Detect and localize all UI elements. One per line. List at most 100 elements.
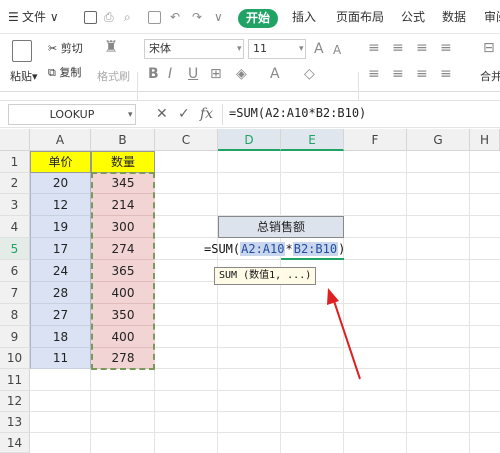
paste-icon[interactable]	[12, 40, 32, 62]
column-header-g[interactable]: G	[407, 129, 470, 151]
total-sales-label[interactable]: 总销售额	[218, 216, 344, 238]
name-box-dropdown-icon[interactable]: ▾	[128, 106, 133, 124]
cell-a8[interactable]: 27	[30, 304, 91, 326]
italic-icon[interactable]: I	[168, 66, 172, 82]
row-header-5[interactable]: 5	[0, 238, 30, 260]
redo-icon[interactable]: ↷	[192, 8, 202, 26]
cell-a10[interactable]: 11	[30, 348, 91, 369]
fill-color-icon[interactable]: ◈	[236, 66, 247, 82]
cell-b2[interactable]: 345	[91, 173, 155, 194]
file-menu[interactable]: 文件 ∨	[22, 8, 59, 26]
tab-data[interactable]: 数据	[442, 8, 466, 26]
formula-editing-cell[interactable]: =SUM(A2:A10*B2:B10)	[204, 238, 345, 260]
font-color-icon[interactable]: A	[270, 66, 280, 82]
row-header-8[interactable]: 8	[0, 304, 30, 326]
cell-b10[interactable]: 278	[91, 348, 155, 369]
cell-a2[interactable]: 20	[30, 173, 91, 194]
row-header-13[interactable]: 13	[0, 412, 30, 433]
cell-a9[interactable]: 18	[30, 326, 91, 348]
format-painter-icon[interactable]: ♜	[104, 39, 118, 55]
ribbon: 粘贴▾ ✂ 剪切 ⧉ 复制 ♜ 格式刷 宋体 ▾ 11 ▾ A A B I U …	[0, 34, 500, 122]
column-header-a[interactable]: A	[30, 129, 91, 151]
function-tooltip[interactable]: SUM (数值1, ...)	[214, 267, 317, 285]
indent-icon[interactable]: ≡	[440, 40, 452, 56]
print-icon[interactable]: ⎙	[104, 8, 114, 26]
save-icon[interactable]	[84, 11, 97, 24]
font-name-select[interactable]: 宋体	[144, 39, 244, 59]
tab-page-layout[interactable]: 页面布局	[336, 8, 384, 26]
paste-button[interactable]: 粘贴▾	[10, 68, 38, 84]
row-header-11[interactable]: 11	[0, 369, 30, 391]
header-unit-price[interactable]: 单价	[30, 151, 91, 173]
cell-a7[interactable]: 28	[30, 282, 91, 304]
print-preview-icon[interactable]: ⌕	[124, 8, 131, 26]
cell-a3[interactable]: 12	[30, 194, 91, 216]
justify-icon[interactable]: ≡	[440, 66, 452, 82]
column-header-d[interactable]: D	[218, 129, 281, 151]
align-left-icon[interactable]: ≡	[368, 66, 380, 82]
name-box[interactable]: LOOKUP	[8, 104, 136, 125]
align-right-icon[interactable]: ≡	[416, 66, 428, 82]
confirm-icon[interactable]: ✓	[178, 105, 190, 123]
row-header-4[interactable]: 4	[0, 216, 30, 238]
row-header-12[interactable]: 12	[0, 391, 30, 412]
tab-review[interactable]: 审阅	[484, 8, 500, 26]
column-header-h[interactable]: H	[470, 129, 500, 151]
align-bottom-icon[interactable]: ≡	[416, 40, 428, 56]
formula-ref-a[interactable]: A2:A10	[240, 242, 286, 256]
menu-icon[interactable]: ☰	[8, 8, 19, 26]
copy-button[interactable]: ⧉ 复制	[48, 64, 81, 80]
menu-bar: ☰ 文件 ∨ ⎙ ⌕ ↶ ↷ ∨ 开始 插入 页面布局 公式 数据 审阅	[0, 0, 500, 34]
header-quantity[interactable]: 数量	[91, 151, 155, 173]
format-painter-button[interactable]: 格式刷	[97, 68, 130, 84]
column-header-f[interactable]: F	[344, 129, 407, 151]
select-all-corner[interactable]	[0, 129, 30, 151]
cell-b9[interactable]: 400	[91, 326, 155, 348]
clear-icon[interactable]: ◇	[304, 66, 315, 82]
tab-home[interactable]: 开始	[238, 9, 278, 28]
border-icon[interactable]: ⊞	[210, 66, 222, 82]
merge-icon[interactable]: ⊟	[483, 40, 495, 56]
tab-insert[interactable]: 插入	[292, 8, 316, 26]
formula-input[interactable]: =SUM(A2:A10*B2:B10)	[222, 104, 500, 125]
column-header-c[interactable]: C	[155, 129, 218, 151]
cell-a4[interactable]: 19	[30, 216, 91, 238]
row-header-1[interactable]: 1	[0, 151, 30, 173]
font-size-select[interactable]: 11	[248, 39, 306, 59]
cell-b6[interactable]: 365	[91, 260, 155, 282]
decrease-font-icon[interactable]: A	[333, 42, 341, 58]
column-header-e[interactable]: E	[281, 129, 344, 151]
align-top-icon[interactable]: ≡	[368, 40, 380, 56]
undo-icon[interactable]: ↶	[170, 8, 180, 26]
merge-button[interactable]: 合并	[480, 68, 500, 84]
cell-a5[interactable]: 17	[30, 238, 91, 260]
cancel-icon[interactable]: ✕	[156, 105, 168, 123]
tab-formulas[interactable]: 公式	[401, 8, 425, 26]
row-header-6[interactable]: 6	[0, 260, 30, 282]
row-header-9[interactable]: 9	[0, 326, 30, 348]
formula-bar: LOOKUP ▾ ✕ ✓ fx =SUM(A2:A10*B2:B10)	[0, 100, 500, 128]
align-center-icon[interactable]: ≡	[392, 66, 404, 82]
quick-access-dropdown-icon[interactable]: ∨	[214, 8, 223, 26]
underline-icon[interactable]: U	[188, 66, 198, 82]
cell-b3[interactable]: 214	[91, 194, 155, 216]
export-pdf-icon[interactable]	[148, 11, 161, 24]
cell-b4[interactable]: 300	[91, 216, 155, 238]
column-header-b[interactable]: B	[91, 129, 155, 151]
align-middle-icon[interactable]: ≡	[392, 40, 404, 56]
bold-icon[interactable]: B	[148, 66, 159, 82]
row-header-3[interactable]: 3	[0, 194, 30, 216]
paste-label: 粘贴	[10, 70, 32, 83]
row-header-2[interactable]: 2	[0, 173, 30, 194]
cell-b5[interactable]: 274	[91, 238, 155, 260]
increase-font-icon[interactable]: A	[314, 41, 324, 57]
cell-b8[interactable]: 350	[91, 304, 155, 326]
cell-a6[interactable]: 24	[30, 260, 91, 282]
formula-ref-b[interactable]: B2:B10	[292, 242, 339, 256]
insert-function-button[interactable]: fx	[200, 105, 213, 123]
cut-button[interactable]: ✂ 剪切	[48, 40, 83, 56]
row-header-7[interactable]: 7	[0, 282, 30, 304]
row-header-14[interactable]: 14	[0, 433, 30, 453]
cell-b7[interactable]: 400	[91, 282, 155, 304]
row-header-10[interactable]: 10	[0, 348, 30, 369]
